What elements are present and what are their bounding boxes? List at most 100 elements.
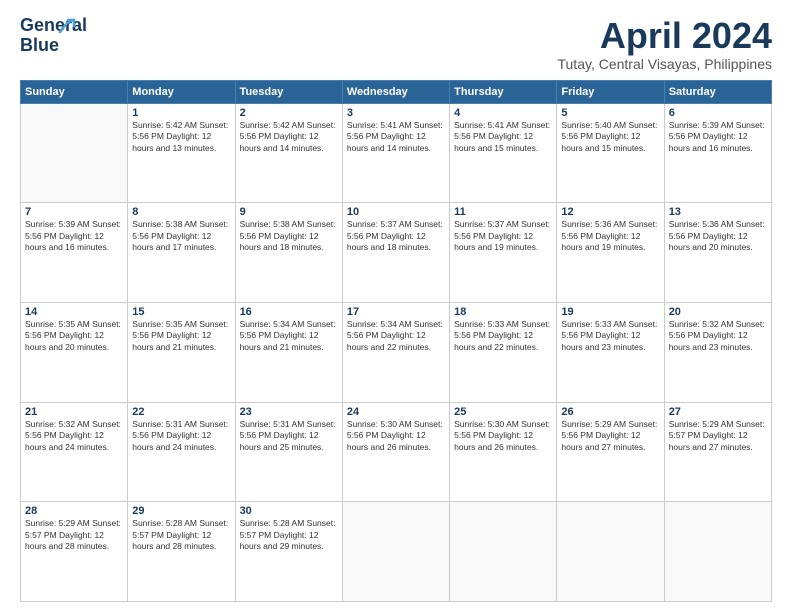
week-row-4: 21Sunrise: 5:32 AM Sunset: 5:56 PM Dayli… bbox=[21, 402, 772, 502]
week-row-5: 28Sunrise: 5:29 AM Sunset: 5:57 PM Dayli… bbox=[21, 502, 772, 602]
table-row: 9Sunrise: 5:38 AM Sunset: 5:56 PM Daylig… bbox=[235, 203, 342, 303]
table-row: 13Sunrise: 5:36 AM Sunset: 5:56 PM Dayli… bbox=[664, 203, 771, 303]
header: General Blue April 2024 Tutay, Central V… bbox=[20, 16, 772, 72]
table-row: 4Sunrise: 5:41 AM Sunset: 5:56 PM Daylig… bbox=[450, 103, 557, 203]
table-row: 8Sunrise: 5:38 AM Sunset: 5:56 PM Daylig… bbox=[128, 203, 235, 303]
table-row: 27Sunrise: 5:29 AM Sunset: 5:57 PM Dayli… bbox=[664, 402, 771, 502]
cell-info: Sunrise: 5:33 AM Sunset: 5:56 PM Dayligh… bbox=[561, 319, 659, 353]
table-row: 22Sunrise: 5:31 AM Sunset: 5:56 PM Dayli… bbox=[128, 402, 235, 502]
table-row: 21Sunrise: 5:32 AM Sunset: 5:56 PM Dayli… bbox=[21, 402, 128, 502]
table-row: 2Sunrise: 5:42 AM Sunset: 5:56 PM Daylig… bbox=[235, 103, 342, 203]
cell-info: Sunrise: 5:37 AM Sunset: 5:56 PM Dayligh… bbox=[347, 219, 445, 253]
table-row: 17Sunrise: 5:34 AM Sunset: 5:56 PM Dayli… bbox=[342, 302, 449, 402]
day-number: 9 bbox=[240, 206, 338, 218]
day-number: 20 bbox=[669, 306, 767, 318]
table-row: 6Sunrise: 5:39 AM Sunset: 5:56 PM Daylig… bbox=[664, 103, 771, 203]
cell-info: Sunrise: 5:28 AM Sunset: 5:57 PM Dayligh… bbox=[240, 518, 338, 552]
cell-info: Sunrise: 5:34 AM Sunset: 5:56 PM Dayligh… bbox=[347, 319, 445, 353]
cell-info: Sunrise: 5:30 AM Sunset: 5:56 PM Dayligh… bbox=[454, 419, 552, 453]
table-row: 30Sunrise: 5:28 AM Sunset: 5:57 PM Dayli… bbox=[235, 502, 342, 602]
day-number: 28 bbox=[25, 505, 123, 517]
col-friday: Friday bbox=[557, 80, 664, 103]
cell-info: Sunrise: 5:29 AM Sunset: 5:57 PM Dayligh… bbox=[669, 419, 767, 453]
table-row: 20Sunrise: 5:32 AM Sunset: 5:56 PM Dayli… bbox=[664, 302, 771, 402]
title-block: April 2024 Tutay, Central Visayas, Phili… bbox=[557, 16, 772, 72]
table-row: 7Sunrise: 5:39 AM Sunset: 5:56 PM Daylig… bbox=[21, 203, 128, 303]
day-number: 11 bbox=[454, 206, 552, 218]
table-row: 15Sunrise: 5:35 AM Sunset: 5:56 PM Dayli… bbox=[128, 302, 235, 402]
day-number: 30 bbox=[240, 505, 338, 517]
cell-info: Sunrise: 5:31 AM Sunset: 5:56 PM Dayligh… bbox=[132, 419, 230, 453]
day-number: 24 bbox=[347, 406, 445, 418]
cell-info: Sunrise: 5:40 AM Sunset: 5:56 PM Dayligh… bbox=[561, 120, 659, 154]
day-number: 3 bbox=[347, 107, 445, 119]
table-row: 29Sunrise: 5:28 AM Sunset: 5:57 PM Dayli… bbox=[128, 502, 235, 602]
day-number: 27 bbox=[669, 406, 767, 418]
cell-info: Sunrise: 5:28 AM Sunset: 5:57 PM Dayligh… bbox=[132, 518, 230, 552]
table-row bbox=[342, 502, 449, 602]
cell-info: Sunrise: 5:41 AM Sunset: 5:56 PM Dayligh… bbox=[347, 120, 445, 154]
day-number: 13 bbox=[669, 206, 767, 218]
week-row-3: 14 Sunrise: 5:35 AM Sunset: 5:56 PM Dayli… bbox=[21, 302, 772, 402]
day-number: 19 bbox=[561, 306, 659, 318]
cell-info: Sunrise: 5:39 AM Sunset: 5:56 PM Dayligh… bbox=[25, 219, 123, 253]
table-row: 16Sunrise: 5:34 AM Sunset: 5:56 PM Dayli… bbox=[235, 302, 342, 402]
day-number: 1 bbox=[132, 107, 230, 119]
table-row: 28Sunrise: 5:29 AM Sunset: 5:57 PM Dayli… bbox=[21, 502, 128, 602]
cell-info: Sunrise: 5:29 AM Sunset: 5:57 PM Dayligh… bbox=[25, 518, 123, 552]
cell-info: Sunrise: 5:41 AM Sunset: 5:56 PM Dayligh… bbox=[454, 120, 552, 154]
col-thursday: Thursday bbox=[450, 80, 557, 103]
day-number: 6 bbox=[669, 107, 767, 119]
cell-info: Sunrise: 5:39 AM Sunset: 5:56 PM Dayligh… bbox=[669, 120, 767, 154]
col-monday: Monday bbox=[128, 80, 235, 103]
main-title: April 2024 bbox=[557, 16, 772, 56]
cell-info: Sunrise: 5:35 AM Sunset: 5:56 PM Dayligh… bbox=[132, 319, 230, 353]
cell-info: Sunrise: 5:29 AM Sunset: 5:56 PM Dayligh… bbox=[561, 419, 659, 453]
day-number: 8 bbox=[132, 206, 230, 218]
day-number: 25 bbox=[454, 406, 552, 418]
header-row: Sunday Monday Tuesday Wednesday Thursday… bbox=[21, 80, 772, 103]
cell-info: Sunrise: 5:38 AM Sunset: 5:56 PM Dayligh… bbox=[240, 219, 338, 253]
table-row bbox=[21, 103, 128, 203]
day-number: 10 bbox=[347, 206, 445, 218]
table-row: 26Sunrise: 5:29 AM Sunset: 5:56 PM Dayli… bbox=[557, 402, 664, 502]
table-row bbox=[664, 502, 771, 602]
day-number: 15 bbox=[132, 306, 230, 318]
subtitle: Tutay, Central Visayas, Philippines bbox=[557, 56, 772, 72]
page: General Blue April 2024 Tutay, Central V… bbox=[0, 0, 792, 612]
cell-info: Sunrise: 5:31 AM Sunset: 5:56 PM Dayligh… bbox=[240, 419, 338, 453]
day-number: 14 bbox=[25, 306, 123, 318]
cell-info: Sunrise: 5:38 AM Sunset: 5:56 PM Dayligh… bbox=[132, 219, 230, 253]
cell-info: Sunrise: 5:32 AM Sunset: 5:56 PM Dayligh… bbox=[25, 419, 123, 453]
cell-info: Sunrise: 5:36 AM Sunset: 5:56 PM Dayligh… bbox=[669, 219, 767, 253]
day-number: 22 bbox=[132, 406, 230, 418]
calendar-table: Sunday Monday Tuesday Wednesday Thursday… bbox=[20, 80, 772, 602]
cell-info: Sunrise: 5:30 AM Sunset: 5:56 PM Dayligh… bbox=[347, 419, 445, 453]
table-row: 5Sunrise: 5:40 AM Sunset: 5:56 PM Daylig… bbox=[557, 103, 664, 203]
table-row bbox=[557, 502, 664, 602]
cell-info: Sunrise: 5:34 AM Sunset: 5:56 PM Dayligh… bbox=[240, 319, 338, 353]
col-saturday: Saturday bbox=[664, 80, 771, 103]
day-number: 5 bbox=[561, 107, 659, 119]
week-row-2: 7Sunrise: 5:39 AM Sunset: 5:56 PM Daylig… bbox=[21, 203, 772, 303]
col-wednesday: Wednesday bbox=[342, 80, 449, 103]
table-row: 1Sunrise: 5:42 AM Sunset: 5:56 PM Daylig… bbox=[128, 103, 235, 203]
table-row: 14Sunrise: 5:35 AM Sunset: 5:56 PM Dayli… bbox=[21, 302, 128, 402]
day-number: 26 bbox=[561, 406, 659, 418]
day-number: 17 bbox=[347, 306, 445, 318]
day-number: 18 bbox=[454, 306, 552, 318]
table-row: 19Sunrise: 5:33 AM Sunset: 5:56 PM Dayli… bbox=[557, 302, 664, 402]
day-number: 16 bbox=[240, 306, 338, 318]
table-row: 25Sunrise: 5:30 AM Sunset: 5:56 PM Dayli… bbox=[450, 402, 557, 502]
table-row: 3Sunrise: 5:41 AM Sunset: 5:56 PM Daylig… bbox=[342, 103, 449, 203]
logo: General Blue bbox=[20, 16, 72, 52]
table-row: 24Sunrise: 5:30 AM Sunset: 5:56 PM Dayli… bbox=[342, 402, 449, 502]
day-number: 12 bbox=[561, 206, 659, 218]
cell-info: Sunrise: 5:36 AM Sunset: 5:56 PM Dayligh… bbox=[561, 219, 659, 253]
cell-info: Sunrise: 5:32 AM Sunset: 5:56 PM Dayligh… bbox=[669, 319, 767, 353]
day-number: 4 bbox=[454, 107, 552, 119]
cell-info: Sunrise: 5:37 AM Sunset: 5:56 PM Dayligh… bbox=[454, 219, 552, 253]
cell-info: Sunrise: 5:42 AM Sunset: 5:56 PM Dayligh… bbox=[132, 120, 230, 154]
table-row: 18Sunrise: 5:33 AM Sunset: 5:56 PM Dayli… bbox=[450, 302, 557, 402]
week-row-1: 1Sunrise: 5:42 AM Sunset: 5:56 PM Daylig… bbox=[21, 103, 772, 203]
